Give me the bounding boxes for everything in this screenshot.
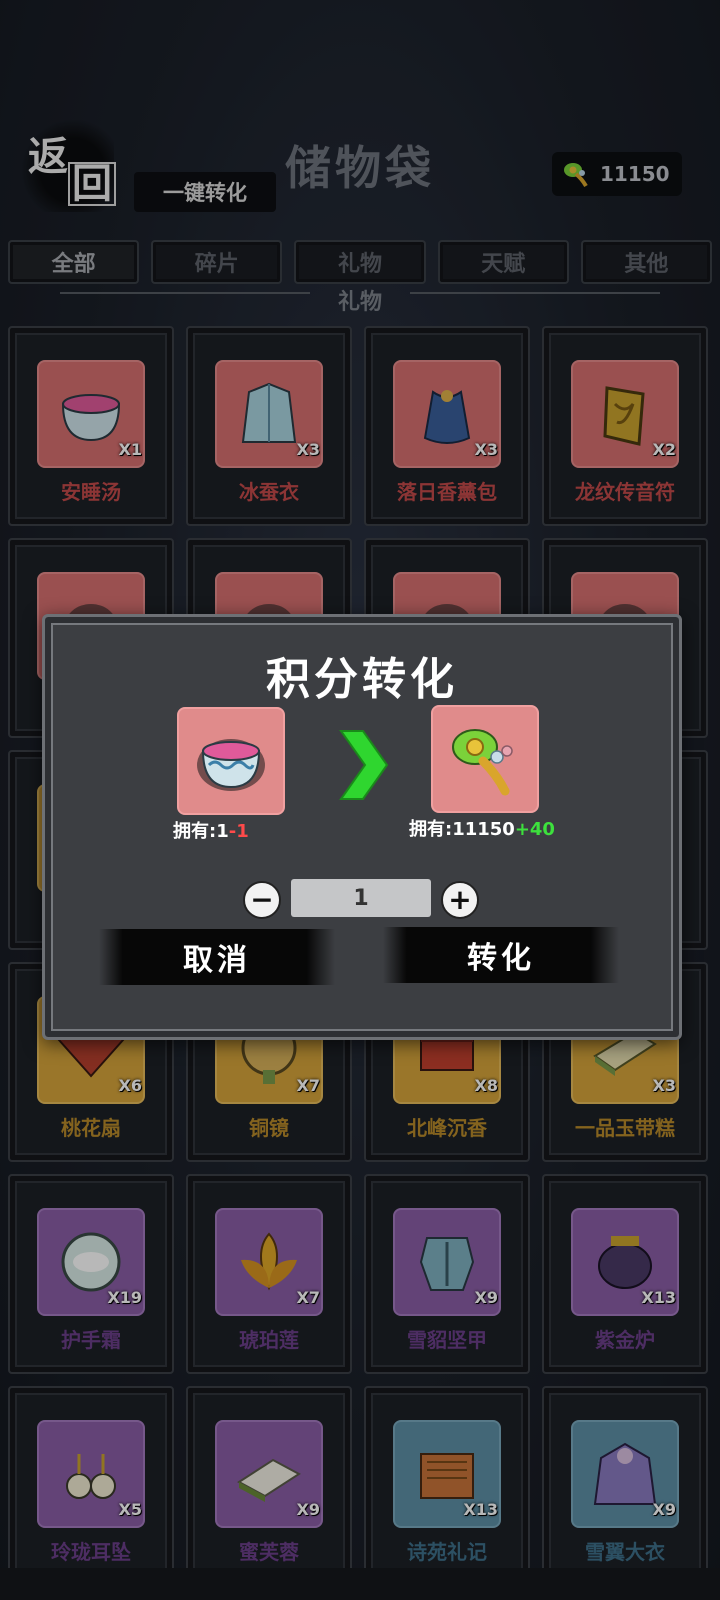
source-delta: -1 (228, 821, 249, 842)
soup-bowl-icon (197, 739, 265, 791)
target-item-slot (431, 705, 539, 813)
dialog-title: 积分转化 (266, 654, 458, 705)
source-owned-label: 拥有:1 (173, 821, 229, 842)
quantity-stepper: − 1 + (243, 879, 481, 919)
target-delta: +40 (514, 819, 555, 840)
arrow-right-icon (339, 730, 389, 800)
decrease-button[interactable]: − (243, 881, 281, 919)
cancel-button[interactable]: 取消 (99, 929, 335, 985)
convert-dialog: 积分转化 拥有:1-1 拥有:11150+40 − 1 + 取消 转化 (42, 614, 682, 1040)
source-owned: 拥有:1-1 (173, 817, 249, 843)
source-item-slot (177, 707, 285, 815)
convert-button[interactable]: 转化 (383, 927, 619, 983)
target-owned: 拥有:11150+40 (409, 815, 555, 841)
quantity-field[interactable]: 1 (291, 879, 431, 917)
jade-ruyi-icon (452, 729, 513, 796)
target-owned-label: 拥有:11150 (409, 819, 515, 840)
increase-button[interactable]: + (441, 881, 479, 919)
